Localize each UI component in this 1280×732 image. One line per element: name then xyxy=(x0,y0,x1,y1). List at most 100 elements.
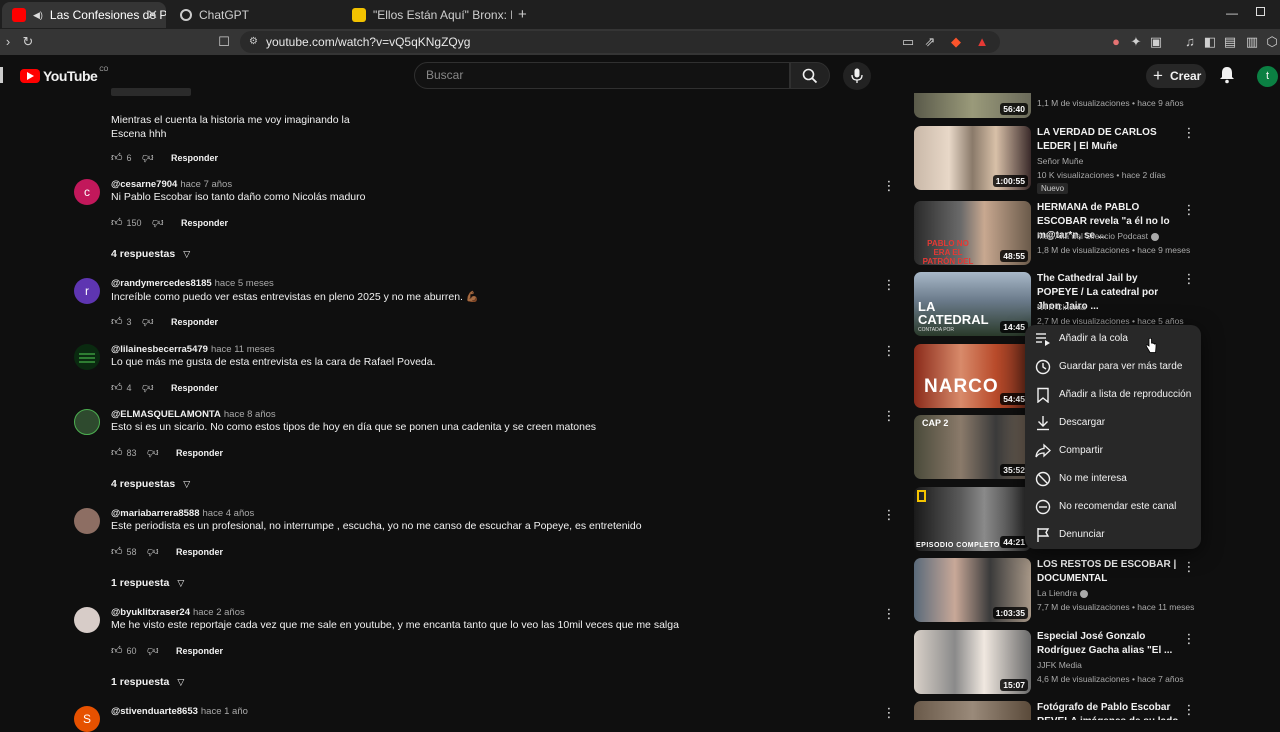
menu-item-add-to-queue[interactable]: Añadir a la cola xyxy=(1025,325,1201,353)
like-icon[interactable]: 👍︎ xyxy=(111,381,123,394)
recommended-video[interactable]: 56:40 1,1 M de visualizaciones • hace 9 … xyxy=(914,93,1204,120)
sidebar-icon[interactable]: ◧ xyxy=(1202,34,1218,50)
replies-toggle[interactable]: 4 respuestas ▽ xyxy=(111,478,190,490)
vpn-icon[interactable]: ▥ xyxy=(1244,34,1260,50)
dislike-icon[interactable]: 👍︎ xyxy=(152,216,164,229)
more-actions-icon[interactable]: ⋮ xyxy=(1182,632,1196,646)
comment-time[interactable]: hace 11 meses xyxy=(211,344,275,355)
voice-search-button[interactable] xyxy=(843,62,871,90)
tab-chatgpt[interactable]: ChatGPT xyxy=(170,2,340,28)
comment-time[interactable]: hace 8 años xyxy=(224,409,276,420)
video-thumbnail[interactable]: NARCO 54:45 xyxy=(914,344,1031,408)
wallet-icon[interactable]: ▤ xyxy=(1222,34,1238,50)
video-channel[interactable]: JJFK Media xyxy=(1037,660,1082,670)
rewards-icon[interactable]: ▲ xyxy=(974,34,990,50)
dislike-icon[interactable]: 👍︎ xyxy=(142,315,154,328)
more-actions-icon[interactable]: ⋮ xyxy=(882,278,896,292)
replies-toggle[interactable]: 1 respuesta ▽ xyxy=(111,676,184,688)
reply-button[interactable]: Responder xyxy=(171,317,218,327)
reload-icon[interactable]: ↻ xyxy=(20,34,36,50)
more-actions-icon[interactable]: ⋮ xyxy=(1182,203,1196,217)
video-thumbnail[interactable]: EPISODIO COMPLETO 44:21 xyxy=(914,487,1031,551)
extension-icon-3[interactable]: ▣ xyxy=(1148,34,1164,50)
menu-item-download[interactable]: Descargar xyxy=(1025,409,1201,437)
search-button[interactable] xyxy=(790,62,830,89)
tab-popeye[interactable]: ◀) Las Confesiones de Popeye - ✕ xyxy=(2,2,166,28)
video-thumbnail[interactable]: PABLO NO ERA EL PATRÓN DEL MAL 48:55 xyxy=(914,201,1031,265)
video-thumbnail[interactable]: LA CATEDRAL CONTADA POR 14:45 xyxy=(914,272,1031,336)
video-title[interactable]: Fotógrafo de Pablo Escobar REVELA imágen… xyxy=(1037,701,1179,720)
more-actions-icon[interactable]: ⋮ xyxy=(882,508,896,522)
create-button[interactable]: + Crear xyxy=(1146,64,1206,88)
tab-bronx[interactable]: "Ellos Están Aquí" Bronx: La Puerta al xyxy=(342,2,512,28)
comment-time[interactable]: hace 2 años xyxy=(193,607,245,618)
comment-time[interactable]: hace 7 años xyxy=(180,179,232,190)
reply-button[interactable]: Responder xyxy=(181,218,228,228)
close-tab-icon[interactable]: ✕ xyxy=(147,7,158,23)
avatar[interactable] xyxy=(74,607,100,633)
video-thumbnail[interactable]: CAP 2 35:52 xyxy=(914,415,1031,479)
reply-button[interactable]: Responder xyxy=(171,383,218,393)
menu-item-report[interactable]: Denunciar xyxy=(1025,521,1201,549)
recommended-video[interactable]: 15:07 Especial José Gonzalo Rodríguez Ga… xyxy=(914,630,1204,696)
menu-item-dont-recommend-channel[interactable]: No recomendar este canal xyxy=(1025,493,1201,521)
avatar[interactable] xyxy=(74,344,100,370)
comment-time[interactable]: hace 1 año xyxy=(201,706,248,717)
comment-author[interactable]: @lilainesbecerra5479 xyxy=(111,344,208,355)
dislike-icon[interactable]: 👍︎ xyxy=(147,644,159,657)
like-icon[interactable]: 👍︎ xyxy=(111,216,123,229)
dislike-icon[interactable]: 👍︎ xyxy=(142,381,154,394)
reply-button[interactable]: Responder xyxy=(176,646,223,656)
video-thumbnail[interactable]: 1:03:35 xyxy=(914,558,1031,622)
menu-item-add-to-playlist[interactable]: Añadir a lista de reproducción xyxy=(1025,381,1201,409)
search-input[interactable]: Buscar xyxy=(414,62,790,89)
reply-button[interactable]: Responder xyxy=(176,547,223,557)
comment-author[interactable]: @mariabarrera8588 xyxy=(111,508,200,519)
video-channel[interactable]: La Liendra xyxy=(1037,588,1089,598)
comment-time[interactable]: hace 5 meses xyxy=(215,278,274,289)
youtube-logo[interactable]: YouTube CO xyxy=(20,67,108,84)
avatar[interactable]: c xyxy=(74,179,100,205)
more-actions-icon[interactable]: ⋮ xyxy=(1182,272,1196,286)
share-page-icon[interactable]: ⇗ xyxy=(922,34,938,50)
recommended-video[interactable]: PABLO NO ERA EL PATRÓN DEL MAL 48:55 HER… xyxy=(914,201,1204,267)
extension-icon-1[interactable]: ● xyxy=(1108,34,1124,50)
recommended-video[interactable]: 1:03:35 LOS RESTOS DE ESCOBAR | DOCUMENT… xyxy=(914,558,1204,624)
dislike-icon[interactable]: 👍︎ xyxy=(147,446,159,459)
minimize-icon[interactable]: — xyxy=(1226,6,1238,20)
music-icon[interactable]: ♫ xyxy=(1182,34,1198,50)
recommended-video[interactable]: 1:00:55 LA VERDAD DE CARLOS LEDER | El M… xyxy=(914,126,1204,194)
video-title[interactable]: Especial José Gonzalo Rodríguez Gacha al… xyxy=(1037,630,1179,658)
comment-author[interactable]: @byuklitxraser24 xyxy=(111,607,190,618)
video-thumbnail[interactable] xyxy=(914,701,1031,720)
video-thumbnail[interactable]: 56:40 xyxy=(914,93,1031,118)
more-actions-icon[interactable]: ⋮ xyxy=(1182,560,1196,574)
notifications-icon[interactable] xyxy=(1219,66,1235,84)
menu-item-not-interested[interactable]: No me interesa xyxy=(1025,465,1201,493)
comment-author[interactable]: @stivenduarte8653 xyxy=(111,706,198,717)
reply-button[interactable]: Responder xyxy=(171,153,218,163)
maximize-icon[interactable] xyxy=(1256,7,1265,16)
more-actions-icon[interactable]: ⋮ xyxy=(882,344,896,358)
comment-author[interactable]: @randymercedes8185 xyxy=(111,278,212,289)
forward-icon[interactable]: › xyxy=(0,34,16,50)
dislike-icon[interactable]: 👍︎ xyxy=(142,151,154,164)
video-title[interactable]: LOS RESTOS DE ESCOBAR | DOCUMENTAL xyxy=(1037,558,1179,586)
replies-toggle[interactable]: 4 respuestas ▽ xyxy=(111,248,190,260)
more-actions-icon[interactable]: ⋮ xyxy=(1182,703,1196,717)
avatar[interactable] xyxy=(74,508,100,534)
more-actions-icon[interactable]: ⋮ xyxy=(882,409,896,423)
more-actions-icon[interactable]: ⋮ xyxy=(882,607,896,621)
like-icon[interactable]: 👍︎ xyxy=(111,315,123,328)
like-icon[interactable]: 👍︎ xyxy=(111,151,123,164)
menu-item-share[interactable]: Compartir xyxy=(1025,437,1201,465)
video-channel[interactable]: Más Allá del Silencio Podcast xyxy=(1037,231,1160,241)
video-thumbnail[interactable]: 15:07 xyxy=(914,630,1031,694)
address-bar[interactable]: ⚙ youtube.com/watch?v=vQ5qKNgZQyg xyxy=(240,31,1000,53)
avatar[interactable]: t xyxy=(1257,66,1278,87)
video-title[interactable]: LA VERDAD DE CARLOS LEDER | El Muñe xyxy=(1037,126,1179,154)
menu-icon[interactable] xyxy=(0,67,3,83)
brave-shield-icon[interactable]: ◆ xyxy=(948,34,964,50)
extension-icon-2[interactable]: ✦ xyxy=(1128,34,1144,50)
shield-icon[interactable]: ⬡ xyxy=(1264,34,1280,50)
